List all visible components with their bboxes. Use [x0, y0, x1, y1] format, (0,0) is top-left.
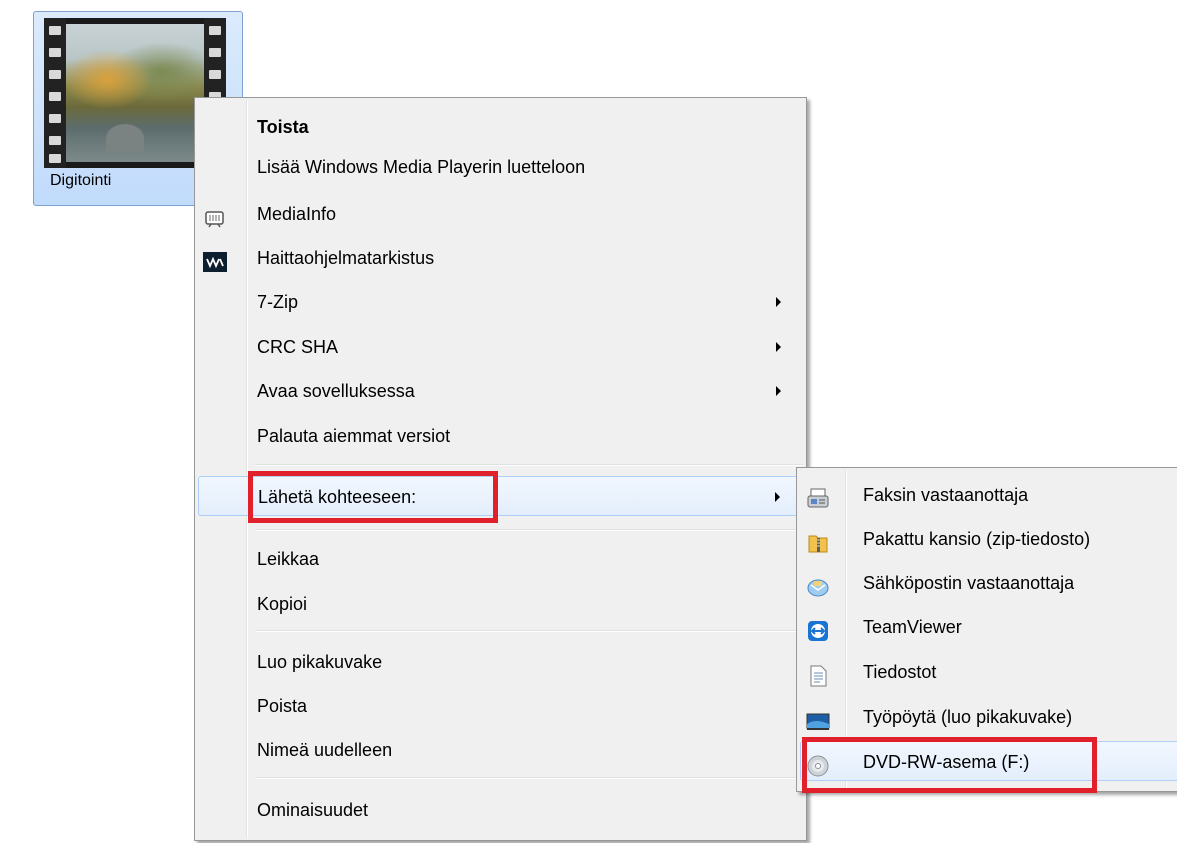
documents-icon — [806, 661, 830, 687]
submenu-arrow-icon — [776, 386, 781, 396]
menu-item-mediainfo[interactable]: MediaInfo — [198, 194, 803, 234]
menu-separator — [255, 777, 803, 779]
fax-icon — [806, 484, 830, 508]
teamviewer-icon — [806, 616, 830, 641]
menu-separator — [255, 464, 803, 466]
menu-item-send-to[interactable]: Lähetä kohteeseen: — [198, 476, 803, 516]
menu-item-properties[interactable]: Ominaisuudet — [198, 790, 803, 830]
menu-item-delete[interactable]: Poista — [198, 686, 803, 726]
menu-item-copy[interactable]: Kopioi — [198, 584, 803, 624]
send-to-zip-folder[interactable]: Pakattu kansio (zip-tiedosto) — [800, 519, 1177, 559]
send-to-documents[interactable]: Tiedostot — [800, 652, 1177, 692]
dvd-drive-icon — [806, 751, 830, 777]
menu-separator — [255, 529, 803, 531]
menu-item-restore-previous-versions[interactable]: Palauta aiemmat versiot — [198, 416, 803, 456]
menu-item-rename[interactable]: Nimeä uudelleen — [198, 730, 803, 770]
send-to-mail-recipient[interactable]: Sähköpostin vastaanottaja — [800, 563, 1177, 603]
menu-item-create-shortcut[interactable]: Luo pikakuvake — [198, 642, 803, 682]
desktop-icon — [806, 706, 830, 730]
submenu-arrow-icon — [776, 342, 781, 352]
mail-recipient-icon — [806, 572, 830, 597]
menu-item-open-with[interactable]: Avaa sovelluksessa — [198, 371, 803, 411]
menu-item-malware-scan[interactable]: Haittaohjelmatarkistus — [198, 238, 803, 278]
menu-separator — [255, 630, 803, 632]
mediainfo-icon — [203, 203, 227, 228]
send-to-submenu: Faksin vastaanottaja Pakattu kansio (zip… — [796, 467, 1177, 792]
menu-item-7zip[interactable]: 7-Zip — [198, 282, 803, 322]
submenu-arrow-icon — [776, 297, 781, 307]
send-to-teamviewer[interactable]: TeamViewer — [800, 607, 1177, 647]
context-menu: Toista Lisää Windows Media Playerin luet… — [194, 97, 807, 841]
menu-item-crc-sha[interactable]: CRC SHA — [198, 327, 803, 367]
zip-folder-icon — [806, 528, 830, 553]
menu-item-play[interactable]: Toista — [198, 107, 803, 147]
submenu-arrow-icon — [775, 492, 780, 502]
send-to-dvd-rw-drive[interactable]: DVD-RW-asema (F:) — [800, 741, 1177, 781]
send-to-desktop-shortcut[interactable]: Työpöytä (luo pikakuvake) — [800, 697, 1177, 737]
menu-item-add-to-wmp-list[interactable]: Lisää Windows Media Playerin luetteloon — [198, 147, 803, 187]
send-to-fax-recipient[interactable]: Faksin vastaanottaja — [800, 475, 1177, 515]
malware-scan-icon — [203, 247, 227, 272]
file-name-label: Digitointi — [50, 172, 112, 189]
menu-item-cut[interactable]: Leikkaa — [198, 539, 803, 579]
